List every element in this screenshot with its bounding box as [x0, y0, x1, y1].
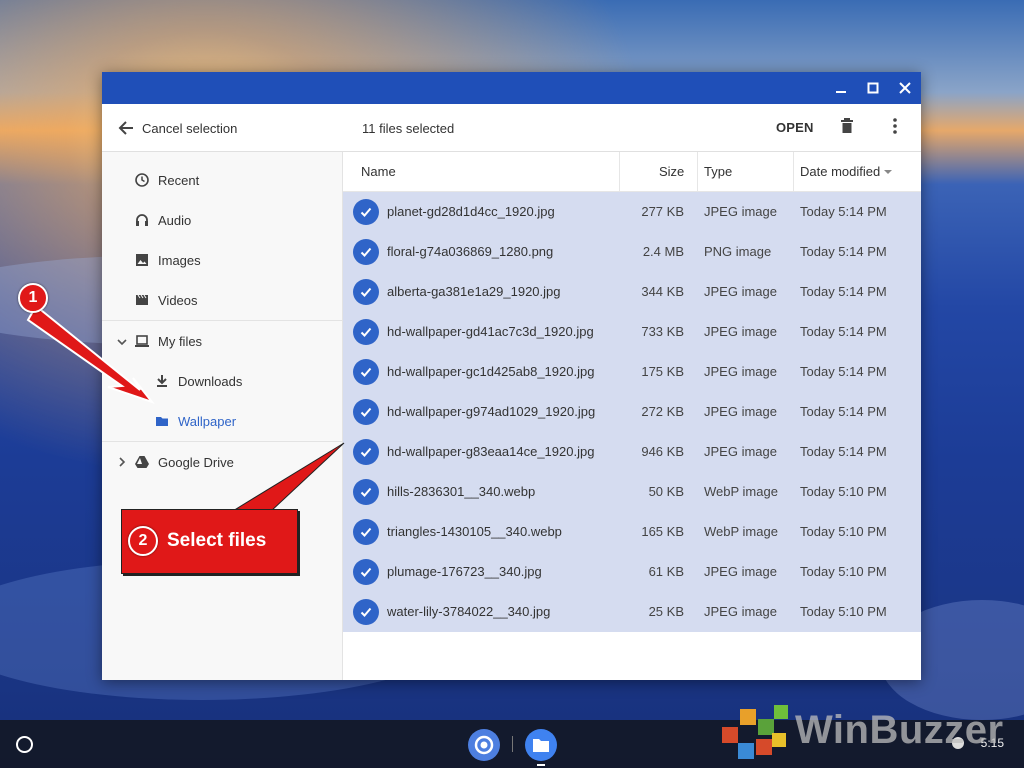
step2-badge: 2: [128, 526, 158, 556]
chrome-app-icon[interactable]: [468, 729, 500, 761]
callout-text: Select files: [167, 530, 267, 551]
step1-arrow: [26, 304, 155, 405]
winbuzzer-watermark: WinBuzzer: [795, 708, 1004, 752]
select-files-callout: 2 Select files: [121, 509, 298, 574]
step2-arrow: [234, 442, 345, 513]
launcher-icon[interactable]: [16, 736, 33, 753]
winbuzzer-logo-icon: [722, 705, 788, 759]
shelf-divider: [512, 736, 513, 752]
files-app-icon[interactable]: [525, 729, 557, 761]
step1-badge: 1: [18, 283, 48, 313]
annotation-arrows: [26, 304, 345, 513]
active-app-indicator: [537, 764, 545, 766]
